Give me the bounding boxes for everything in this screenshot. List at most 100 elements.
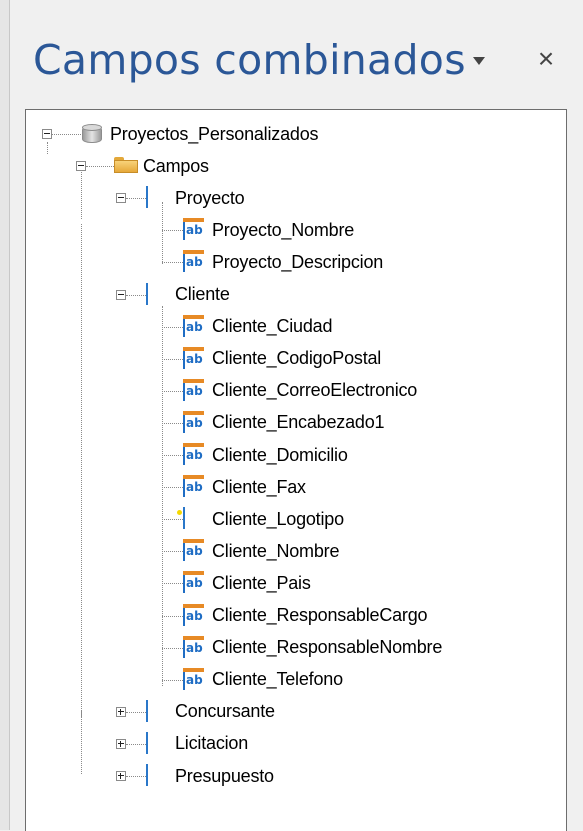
tree-connector [162,326,183,328]
tree-item-proyecto[interactable]: Proyecto [146,184,245,212]
tree-connector [162,306,163,686]
tree-connector [81,167,82,219]
tree-connector [126,294,146,296]
tree-connector [162,647,183,649]
tree-connector [162,422,183,424]
tree-connector [52,134,81,135]
tree-item-label: Proyecto_Nombre [212,219,355,240]
tree-item-root[interactable]: Proyectos_Personalizados [81,120,319,148]
tree-item-field[interactable]: ab Cliente_Encabezado1 [183,409,385,437]
tree-item-label: Concursante [175,701,275,722]
pane-border [0,0,10,830]
text-field-icon: ab [183,250,205,273]
expand-icon[interactable] [116,771,126,781]
text-field-icon: ab [183,346,205,370]
expand-icon[interactable] [116,706,126,717]
text-field-icon: ab [183,218,205,241]
tree-item-field[interactable]: ab Cliente_CorreoElectronico [183,377,417,405]
tree-connector [162,455,183,456]
tree-item-label: Cliente [175,284,230,304]
text-field-icon: ab [183,378,205,402]
fields-tree[interactable]: Proyectos_Personalizados Campos Proyecto ab… [25,109,567,831]
text-field-icon: ab [183,667,205,691]
tree-item-field[interactable]: ab Cliente_ResponsableCargo [183,602,428,630]
tree-connector [162,519,183,521]
tree-connector [126,198,146,200]
text-field-icon: ab [183,410,205,434]
tree-connector [86,166,114,168]
table-icon [146,186,168,209]
text-field-icon: ab [183,539,205,562]
tree-connector [162,390,183,392]
tree-item-label: Cliente_Fax [212,476,306,497]
tree-item-label: Cliente_Telefono [212,669,343,690]
expand-icon[interactable] [116,738,126,749]
tree-item-label: Cliente_Pais [212,572,311,593]
text-field-icon: ab [183,571,205,594]
tree-connector [162,230,183,232]
database-icon [81,123,103,145]
tree-connector [126,776,146,777]
tree-item-label: Presupuesto [175,765,274,786]
tree-item-concursante[interactable]: Concursante [146,698,275,726]
tree-connector [126,743,146,745]
tree-item-label: Cliente_ResponsableCargo [212,605,428,625]
tree-item-label: Proyecto_Descripcion [212,251,384,272]
table-icon [146,282,168,306]
tree-connector [162,358,183,360]
tree-item-field[interactable]: ab Cliente_ResponsableNombre [183,634,442,662]
tree-item-label: Proyecto [175,187,245,208]
tree-item-licitacion[interactable]: Licitacion [146,730,248,758]
tree-item-campos[interactable]: Campos [114,152,209,180]
tree-item-presupuesto[interactable]: Presupuesto [146,762,274,790]
panel-header: Campos combinados × [10,0,583,110]
tree-connector [162,679,183,681]
table-icon [146,764,168,787]
tree-connector [81,224,82,717]
collapse-icon[interactable] [76,161,86,172]
tree-item-label: Cliente_Nombre [212,540,340,561]
tree-connector [162,551,183,553]
tree-item-label: Cliente_Ciudad [212,316,333,337]
tree-item-field[interactable]: ab Cliente_Domicilio [183,441,348,469]
collapse-icon[interactable] [116,289,126,300]
tree-connector [162,262,183,264]
close-button[interactable]: × [533,45,559,73]
collapse-icon[interactable] [42,129,52,139]
tree-item-field[interactable]: ab Cliente_Pais [183,569,311,597]
text-field-icon: ab [183,603,205,627]
tree-item-field[interactable]: ab Proyecto_Descripcion [183,248,383,276]
tree-connector [162,583,183,585]
tree-item-label: Cliente_Logotipo [212,508,344,529]
image-field-icon [183,507,205,530]
text-field-icon: ab [183,443,205,466]
tree-item-field[interactable]: ab Cliente_CodigoPostal [183,345,381,373]
tree-item-field[interactable]: ab Cliente_Telefono [183,666,343,694]
tree-item-label: Cliente_Encabezado1 [212,412,385,433]
tree-item-label: Licitacion [175,733,249,754]
tree-item-label: Cliente_ResponsableNombre [212,637,443,658]
tree-item-label: Cliente_Domicilio [212,444,348,465]
chevron-down-icon[interactable] [468,52,490,74]
tree-item-cliente[interactable]: Cliente [146,281,230,309]
tree-item-field[interactable]: Cliente_Logotipo [183,505,344,533]
panel-title: Campos combinados [33,36,466,84]
table-icon [146,731,168,755]
tree-connector [126,711,146,713]
tree-item-field[interactable]: ab Cliente_Ciudad [183,313,332,341]
text-field-icon: ab [183,475,205,498]
table-icon [146,699,168,723]
tree-connector [47,142,48,154]
folder-open-icon [114,155,136,177]
tree-item-label: Cliente_CorreoElectronico [212,380,418,401]
tree-connector [162,615,183,617]
collapse-icon[interactable] [116,193,126,204]
tree-item-field[interactable]: ab Proyecto_Nombre [183,216,354,244]
tree-item-label: Cliente_CodigoPostal [212,348,382,369]
text-field-icon: ab [183,314,205,338]
tree-connector [81,710,82,774]
tree-connector [162,487,183,489]
tree-item-label: Campos [143,155,209,176]
tree-item-field[interactable]: ab Cliente_Fax [183,473,306,501]
tree-item-field[interactable]: ab Cliente_Nombre [183,537,339,565]
